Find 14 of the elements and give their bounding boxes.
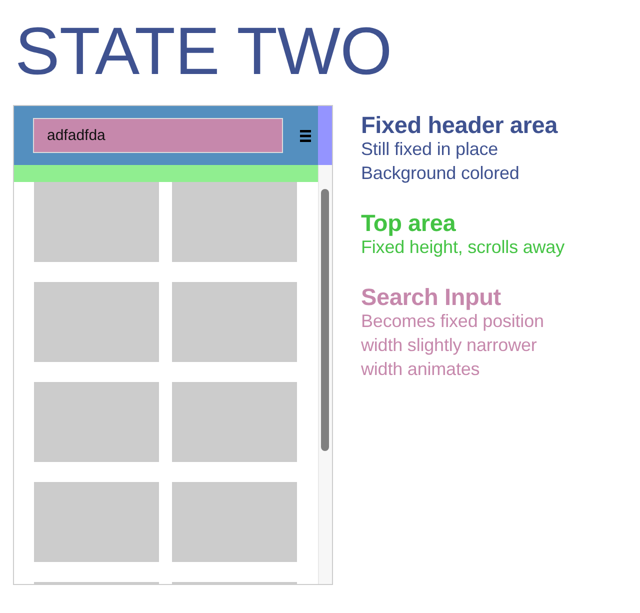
note-text: Still fixed in place (361, 138, 500, 161)
note-heading: Top area (361, 211, 457, 235)
note-text: Becomes fixed position (361, 310, 545, 333)
scrollbar-thumb[interactable] (321, 189, 329, 451)
note-text: Background colored (361, 162, 520, 185)
note-text: Fixed height, scrolls away (361, 236, 564, 259)
note-heading: Fixed header area (361, 113, 559, 137)
note-text: width slightly narrower (361, 334, 538, 357)
page-title: STATE TWO (15, 19, 392, 85)
note-text: width animates (361, 358, 481, 381)
note-heading: Search Input (361, 285, 502, 309)
search-field[interactable]: adfadfda (33, 118, 283, 153)
menu-icon[interactable] (300, 130, 311, 142)
header-side-block (318, 106, 332, 165)
